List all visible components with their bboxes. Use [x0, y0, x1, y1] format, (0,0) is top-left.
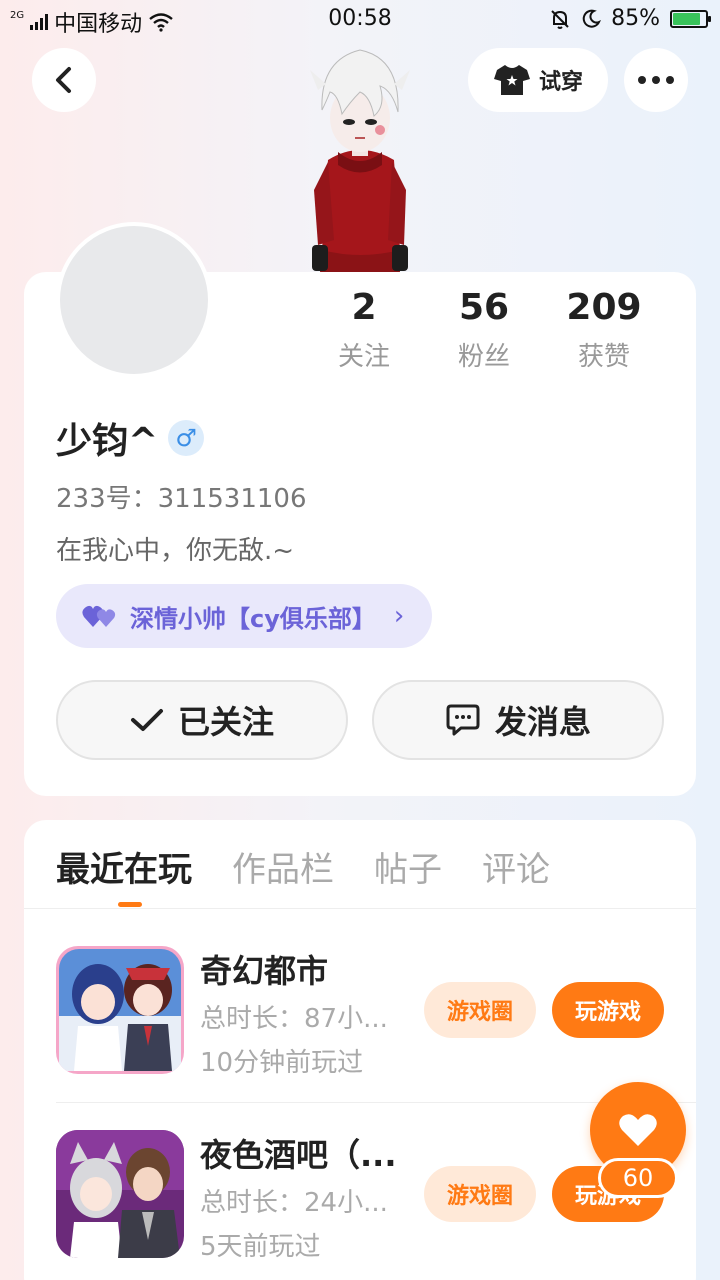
chevron-left-icon — [56, 67, 71, 93]
game-last-played: 10分钟前玩过 — [200, 1048, 364, 1078]
stat-value: 56 — [458, 287, 510, 328]
game-circle-button[interactable]: 游戏圈 — [424, 1166, 536, 1222]
avatar-character-illustration — [310, 49, 410, 272]
game-last-played: 5天前玩过 — [200, 1232, 321, 1262]
game-circle-button[interactable]: 游戏圈 — [424, 982, 536, 1038]
stat-label: 关注 — [337, 342, 390, 372]
more-button[interactable] — [624, 48, 688, 112]
game-icon — [56, 946, 184, 1074]
tab-posts[interactable]: 帖子 — [374, 842, 442, 891]
like-count-badge: 60 — [598, 1158, 678, 1198]
male-gender-icon: ♂ — [168, 420, 205, 456]
stat-value: 209 — [566, 287, 642, 328]
play-game-button[interactable]: 玩游戏 — [552, 982, 664, 1038]
active-tab-indicator — [118, 902, 142, 907]
stat-fans[interactable]: 56 粉丝 — [424, 286, 544, 373]
status-right: 85% — [549, 6, 711, 31]
bell-muted-icon — [551, 9, 569, 29]
stat-label: 获赞 — [577, 342, 630, 372]
game-icon — [56, 1130, 184, 1258]
moon-icon — [582, 9, 602, 28]
tab-works[interactable]: 作品栏 — [232, 842, 334, 891]
following-button[interactable]: 已关注 — [56, 680, 348, 760]
chevron-right-icon: › — [393, 601, 405, 631]
battery-icon — [670, 9, 711, 28]
shirt-icon — [493, 65, 530, 95]
send-message-label: 发消息 — [494, 703, 591, 741]
battery-percent: 85% — [611, 6, 660, 31]
user-bio: 在我心中，你无敌.~ — [56, 536, 295, 566]
content-card: 最近在玩 作品栏 帖子 评论 奇幻都市 总时长：87小... 10分钟前玩过 游… — [24, 820, 696, 1280]
profile-tabs: 最近在玩 作品栏 帖子 评论 — [56, 842, 550, 891]
check-icon — [130, 709, 163, 731]
tab-comments[interactable]: 评论 — [482, 842, 550, 891]
game-list-item[interactable]: 奇幻都市 总时长：87小... 10分钟前玩过 游戏圈 玩游戏 — [56, 946, 664, 1078]
stat-likes[interactable]: 209 获赞 — [544, 286, 664, 373]
chat-bubble-icon — [446, 704, 480, 736]
tabs-divider — [24, 908, 696, 909]
status-bar: 2G 中国移动 00:58 85% — [0, 0, 720, 38]
club-name: 深情小帅​【cy俱乐部】 — [130, 604, 376, 633]
game-title: 夜色酒吧（... — [200, 1136, 397, 1174]
following-label: 已关注 — [177, 703, 274, 741]
stat-label: 粉丝 — [457, 342, 510, 372]
avatar[interactable] — [56, 222, 212, 378]
stat-value: 2 — [351, 287, 377, 328]
game-duration: 总时长：24小... — [200, 1188, 388, 1218]
tab-recent-games[interactable]: 最近在玩 — [56, 842, 192, 891]
try-on-label: 试穿 — [538, 70, 583, 95]
stat-following[interactable]: 2 关注 — [304, 286, 424, 373]
double-heart-icon — [82, 605, 116, 627]
back-button[interactable] — [32, 48, 96, 112]
nickname: 少钧^ — [56, 421, 159, 462]
profile-stats: 2 关注 56 粉丝 209 获赞 — [304, 286, 664, 373]
game-list-item[interactable]: 夜色酒吧（... 总时长：24小... 5天前玩过 游戏圈 玩游戏 — [56, 1130, 664, 1262]
battery-fill — [673, 12, 701, 25]
user-id: 233号：311531106 — [56, 484, 307, 514]
game-duration: 总时长：87小... — [200, 1004, 388, 1034]
heart-icon — [619, 1114, 657, 1146]
club-badge[interactable]: 深情小帅​【cy俱乐部】 › — [56, 584, 432, 648]
game-title: 奇幻都市 — [200, 952, 329, 990]
more-dots-icon — [638, 76, 674, 84]
try-on-button[interactable]: 试穿 — [468, 48, 608, 112]
nickname-row: 少钧^ ♂ — [56, 412, 205, 464]
send-message-button[interactable]: 发消息 — [372, 680, 664, 760]
